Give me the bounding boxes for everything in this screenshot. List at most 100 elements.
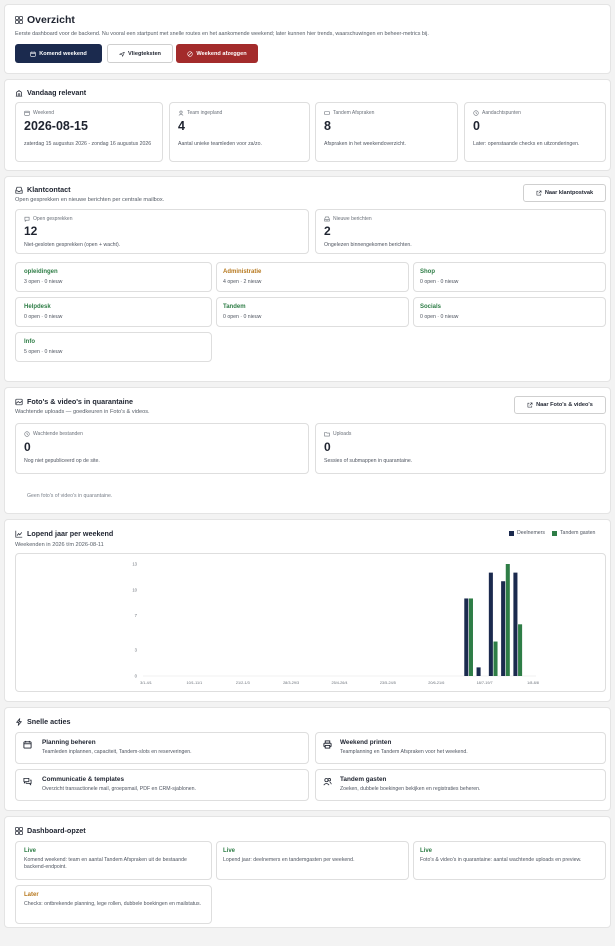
attention-card: Aandachtspunten 0 Later: openstaande che… — [464, 102, 606, 162]
mailbox-card[interactable]: Tandem 0 open · 0 nieuw — [216, 297, 409, 327]
users-icon — [323, 777, 332, 786]
mailbox-stats: 4 open · 2 nieuw — [223, 279, 262, 285]
media-button[interactable]: Naar Foto's & video's — [514, 396, 606, 414]
attention-label: Aandachtspunten — [482, 110, 521, 116]
team-label: Team ingepland — [187, 110, 223, 116]
chat-icon — [23, 777, 32, 786]
overview-header: Overzicht — [15, 14, 75, 26]
calendar-icon — [30, 51, 36, 57]
new-messages-label: Nieuwe berichten — [333, 216, 372, 222]
setup-desc: Checks: ontbrekende planning, lege rolle… — [24, 901, 202, 907]
customer-header: Klantcontact — [15, 185, 71, 194]
bar-tandem-gasten — [518, 624, 523, 676]
mailbox-card[interactable]: Shop 0 open · 0 nieuw — [413, 262, 606, 292]
mailbox-card[interactable]: Info 5 open · 0 nieuw — [15, 332, 212, 362]
print-action[interactable]: Weekend printen Teamplanning en Tandem A… — [315, 732, 606, 764]
chart-icon — [15, 530, 23, 538]
open-conversations-value: 12 — [24, 224, 38, 238]
quick-header: Snelle acties — [15, 717, 71, 726]
mailbox-stats: 0 open · 0 nieuw — [420, 279, 459, 285]
setup-title: Dashboard-opzet — [27, 826, 86, 835]
upcoming-weekend-button[interactable]: Komend weekend — [15, 44, 102, 63]
open-conversations-desc: Niet-gesloten gesprekken (open + wacht). — [24, 242, 121, 248]
bar-deelnemers — [501, 581, 506, 676]
bar-deelnemers — [488, 572, 493, 676]
communication-action[interactable]: Communicatie & templates Overzicht trans… — [15, 769, 309, 801]
chart-legend: Deelnemers Tandem gasten — [509, 530, 595, 536]
new-messages-card: Nieuwe berichten 2 Ongelezen binnengekom… — [315, 209, 606, 254]
waiting-files-value: 0 — [24, 440, 31, 454]
mailbox-card[interactable]: Socials 0 open · 0 nieuw — [413, 297, 606, 327]
setup-item: Later Checks: ontbrekende planning, lege… — [15, 885, 212, 924]
customer-panel: Klantcontact Open gesprekken en nieuwe b… — [4, 176, 611, 382]
x-tick-label: 10/1-11/1 — [187, 681, 203, 685]
mailbox-card[interactable]: Helpdesk 0 open · 0 nieuw — [15, 297, 212, 327]
ticket-icon — [324, 110, 330, 116]
inbox-icon — [15, 186, 23, 194]
tandem-guests-action[interactable]: Tandem gasten Zoeken, dubbele boekingen … — [315, 769, 606, 801]
action-desc: Overzicht transactionele mail, groepsmai… — [42, 786, 196, 792]
external-link-icon — [527, 402, 533, 408]
waiting-files-desc: Nog niet gepubliceerd op de site. — [24, 458, 100, 464]
mailbox-name: opleidingen — [24, 269, 58, 275]
dashboard-icon — [15, 826, 23, 835]
x-tick-label: 23/5-24/5 — [380, 681, 396, 685]
x-tick-label: 18/7-19/7 — [477, 681, 493, 685]
new-messages-value: 2 — [324, 224, 331, 238]
setup-desc: Foto's & video's in quarantaine: aantal … — [420, 857, 582, 863]
bar-tandem-gasten — [505, 564, 510, 676]
cancel-weekend-label: Weekend afzeggen — [196, 50, 247, 57]
today-panel: Vandaag relevant Weekend 2026-08-15 zate… — [4, 79, 611, 171]
bar-chart: 0 3 7 10 13 3/1-4/1 10/1-11/1 21/2-1/3 28/3-29/3… — [132, 562, 539, 686]
action-desc: Teamleden inplannen, capaciteit, Tandem-… — [42, 749, 192, 755]
flight-texts-button[interactable]: Vliegteksten — [107, 44, 173, 63]
customer-title: Klantcontact — [27, 185, 71, 194]
planning-action[interactable]: Planning beheren Teamleden inplannen, ca… — [15, 732, 309, 764]
lightning-icon — [15, 717, 23, 726]
clock-icon — [473, 110, 479, 116]
bar-deelnemers — [464, 598, 469, 676]
weekend-label: Weekend — [33, 110, 55, 116]
overview-subtitle: Eerste dashboard voor de backend. Nu voo… — [15, 31, 429, 37]
y-tick-label: 7 — [135, 613, 138, 618]
action-title: Communicatie & templates — [42, 776, 125, 783]
mailbox-card[interactable]: opleidingen 3 open · 0 nieuw — [15, 262, 212, 292]
team-desc: Aantal unieke teamleden voor za/zo. — [178, 141, 262, 147]
chat-icon — [24, 216, 30, 222]
y-tick-label: 3 — [135, 648, 138, 653]
today-title: Vandaag relevant — [27, 88, 87, 97]
mailbox-name: Administratie — [223, 269, 262, 275]
mailbox-name: Tandem — [223, 304, 246, 310]
chart-subtitle: Weekenden in 2026 t/m 2026-08-11 — [15, 542, 104, 548]
bar-tandem-gasten — [493, 641, 498, 676]
mailbox-stats: 0 open · 0 nieuw — [24, 314, 63, 320]
quick-title: Snelle acties — [27, 717, 71, 726]
mailbox-name: Shop — [420, 269, 435, 275]
bar-tandem-gasten — [468, 598, 473, 676]
cancel-weekend-button[interactable]: Weekend afzeggen — [176, 44, 258, 63]
customer-inbox-button[interactable]: Naar klantpostvak — [523, 184, 606, 202]
setup-item: Live Lopend jaar: deelnemers en tandemga… — [216, 841, 409, 880]
waiting-files-label: Wachtende bestanden — [33, 431, 83, 437]
mailbox-name: Socials — [420, 304, 442, 310]
action-title: Tandem gasten — [340, 776, 387, 783]
x-tick-label: 3/1-4/1 — [140, 681, 152, 685]
open-conversations-label: Open gesprekken — [33, 216, 73, 222]
clock-icon — [24, 431, 30, 437]
setup-status: Live — [420, 848, 433, 854]
setup-item: Live Komend weekend: team en aantal Tand… — [15, 841, 212, 880]
team-card: Team ingepland 4 Aantal unieke teamleden… — [169, 102, 310, 162]
x-tick-label: 25/4-26/4 — [331, 681, 347, 685]
bar-deelnemers — [513, 572, 518, 676]
external-link-icon — [536, 190, 542, 196]
plane-icon — [119, 51, 125, 57]
mailbox-stats: 0 open · 0 nieuw — [223, 314, 262, 320]
mailbox-card[interactable]: Administratie 4 open · 2 nieuw — [216, 262, 409, 292]
chart-title: Lopend jaar per weekend — [27, 529, 114, 538]
uploads-desc: Sessies of submappen in quarantaine. — [324, 458, 413, 464]
image-icon — [15, 398, 23, 406]
media-button-label: Naar Foto's & video's — [536, 402, 593, 408]
quarantine-header: Foto's & video's in quarantaine — [15, 397, 133, 406]
legend-label-0: Deelnemers — [517, 530, 545, 536]
tandem-label: Tandem Afspraken — [333, 110, 375, 116]
